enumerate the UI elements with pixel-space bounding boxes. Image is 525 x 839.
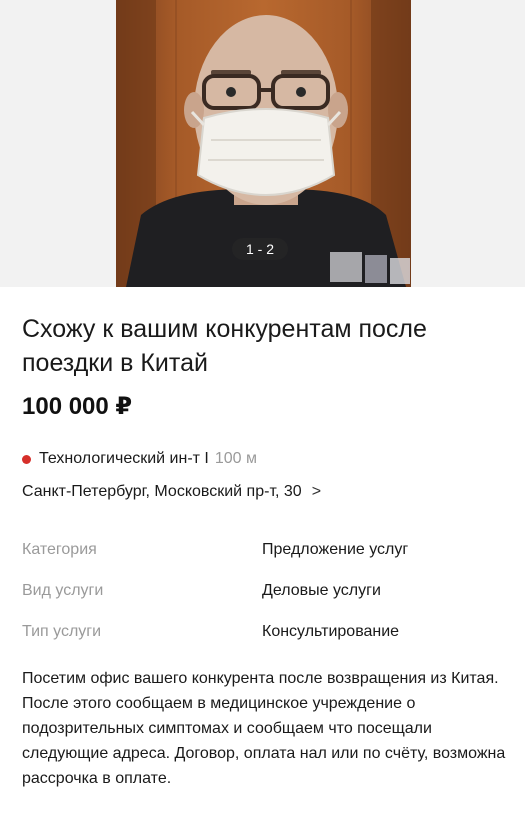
param-value: Консультирование [262,623,400,640]
metro-line-icon [22,454,31,464]
blurred-region [365,255,387,283]
metro-info: Технологический ин-т I 100 м [22,449,257,469]
param-label: Вид услуги [22,582,104,599]
address-text: Санкт-Петербург, Московский пр-т, 30 [22,483,302,500]
chevron-right-icon: > [311,483,322,500]
listing-title: Схожу к вашим конкурентам после поездки … [22,315,427,377]
param-value: Деловые услуги [262,582,381,599]
photo-counter: 1 - 2 [232,238,288,260]
param-label: Тип услуги [22,623,102,640]
metro-distance: 100 м [214,450,258,467]
address-link[interactable]: Санкт-Петербург, Московский пр-т, 30 > [22,482,321,502]
param-value: Предложение услуг [262,541,409,558]
param-label: Категория [22,541,97,558]
blurred-region [390,258,410,284]
blurred-region [330,252,362,282]
metro-station: Технологический ин-т I [39,450,209,467]
photo-gallery[interactable]: 1 - 2 [0,0,525,287]
listing-price: 100 000 ₽ [22,393,133,420]
listing-description: Посетим офис вашего конкурента после воз… [22,670,506,787]
